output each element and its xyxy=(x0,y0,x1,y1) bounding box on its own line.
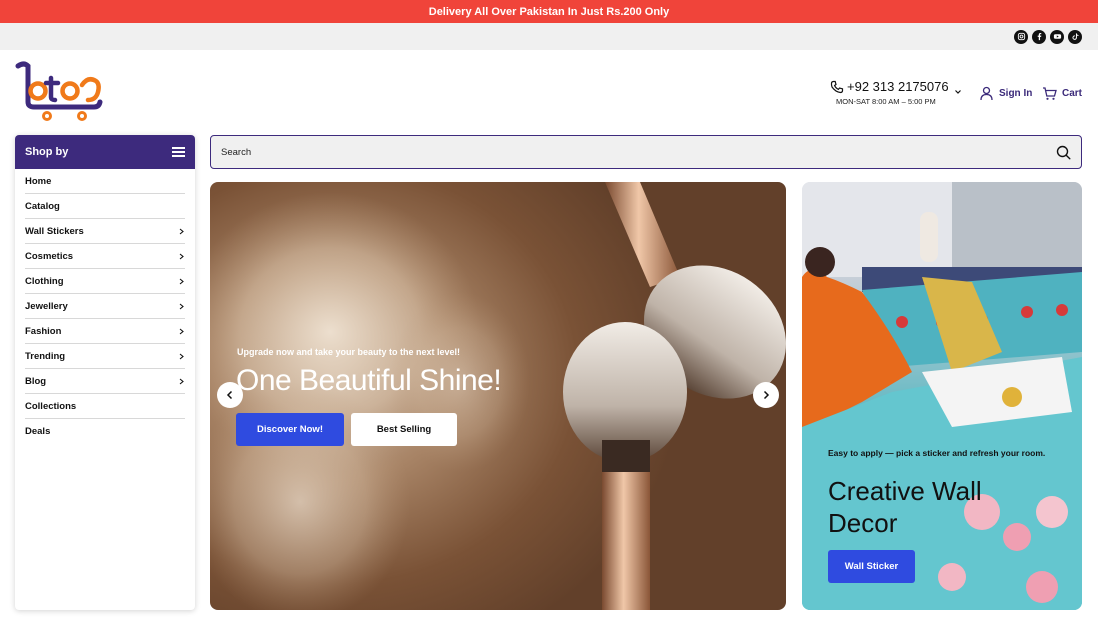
sidebar-item-label: Home xyxy=(25,175,52,187)
sidebar-item-fashion[interactable]: Fashion xyxy=(25,319,185,344)
carousel-prev-button[interactable] xyxy=(217,382,243,408)
sidebar-item-clothing[interactable]: Clothing xyxy=(25,269,185,294)
sidebar-item-label: Trending xyxy=(25,350,66,362)
phone-icon xyxy=(830,80,844,94)
sidebar-title: Shop by xyxy=(25,146,69,158)
social-bar xyxy=(0,23,1098,50)
instagram-icon[interactable] xyxy=(1014,29,1028,44)
chevron-down-icon[interactable] xyxy=(954,88,962,96)
sidebar-item-collections[interactable]: Collections xyxy=(25,394,185,419)
shop-by-sidebar: Shop by Home Catalog Wall Stickers Cosme… xyxy=(15,135,195,610)
user-icon xyxy=(980,86,993,100)
sidebar-item-jewellery[interactable]: Jewellery xyxy=(25,294,185,319)
site-logo[interactable] xyxy=(14,60,106,124)
sign-in-label: Sign In xyxy=(999,87,1033,99)
sidebar-item-label: Blog xyxy=(25,375,47,387)
chevron-right-icon xyxy=(179,328,184,334)
chevron-right-icon xyxy=(179,253,184,259)
hero-title: One Beautiful Shine! xyxy=(236,364,502,397)
side-image-wall-sticker xyxy=(802,182,1082,610)
chevron-right-icon xyxy=(179,278,184,284)
wall-decor-title: Creative Wall Decor xyxy=(828,476,982,538)
discover-now-button[interactable]: Discover Now! xyxy=(236,413,344,446)
chevron-right-icon xyxy=(179,303,184,309)
chevron-right-icon xyxy=(179,228,184,234)
category-menu: Home Catalog Wall Stickers Cosmetics Clo… xyxy=(15,169,195,444)
wall-sticker-button[interactable]: Wall Sticker xyxy=(828,550,915,583)
wall-decor-subtitle: Easy to apply — pick a sticker and refre… xyxy=(828,448,1046,458)
sidebar-item-trending[interactable]: Trending xyxy=(25,344,185,369)
hamburger-menu-icon[interactable] xyxy=(172,147,185,157)
sidebar-item-label: Wall Stickers xyxy=(25,225,84,237)
carousel-next-button[interactable] xyxy=(753,382,779,408)
search-bar xyxy=(210,135,1082,169)
chevron-right-icon xyxy=(179,378,184,384)
sidebar-item-deals[interactable]: Deals xyxy=(25,419,185,444)
sidebar-item-label: Collections xyxy=(25,400,77,412)
best-selling-button[interactable]: Best Selling xyxy=(351,413,457,446)
hero-subtitle: Upgrade now and take your beauty to the … xyxy=(237,347,461,357)
sidebar-item-label: Catalog xyxy=(25,200,60,212)
chevron-right-icon xyxy=(179,353,184,359)
sidebar-item-label: Deals xyxy=(25,426,51,437)
facebook-icon[interactable] xyxy=(1032,29,1046,44)
phone-number: +92 313 2175076 xyxy=(847,79,949,94)
sidebar-item-cosmetics[interactable]: Cosmetics xyxy=(25,244,185,269)
chevron-left-icon xyxy=(226,390,233,400)
tiktok-icon[interactable] xyxy=(1068,29,1082,44)
youtube-icon[interactable] xyxy=(1050,29,1064,44)
sidebar-item-label: Fashion xyxy=(25,325,62,337)
sign-in-link[interactable]: Sign In xyxy=(979,84,1032,102)
sidebar-item-label: Cosmetics xyxy=(25,250,74,262)
wall-decor-banner: Easy to apply — pick a sticker and refre… xyxy=(802,182,1082,610)
cart-label: Cart xyxy=(1062,87,1083,99)
sidebar-item-home[interactable]: Home xyxy=(25,169,185,194)
sidebar-item-wall-stickers[interactable]: Wall Stickers xyxy=(25,219,185,244)
chevron-right-icon xyxy=(763,390,770,400)
sidebar-item-catalog[interactable]: Catalog xyxy=(25,194,185,219)
sidebar-header[interactable]: Shop by xyxy=(15,135,195,169)
hero-banner: Upgrade now and take your beauty to the … xyxy=(210,182,786,610)
announcement-bar: Delivery All Over Pakistan In Just Rs.20… xyxy=(0,0,1098,23)
phone-contact[interactable]: +92 313 2175076 MON-SAT 8:00 AM – 5:00 P… xyxy=(830,79,965,109)
sidebar-item-blog[interactable]: Blog xyxy=(25,369,185,394)
cart-link[interactable]: Cart xyxy=(1042,84,1082,102)
announcement-text: Delivery All Over Pakistan In Just Rs.20… xyxy=(428,5,670,18)
sidebar-item-label: Jewellery xyxy=(25,300,68,312)
search-input[interactable] xyxy=(221,146,1056,158)
business-hours: MON-SAT 8:00 AM – 5:00 PM xyxy=(836,97,936,106)
search-icon[interactable] xyxy=(1056,145,1071,160)
cart-icon xyxy=(1043,86,1057,100)
sidebar-item-label: Clothing xyxy=(25,275,64,287)
